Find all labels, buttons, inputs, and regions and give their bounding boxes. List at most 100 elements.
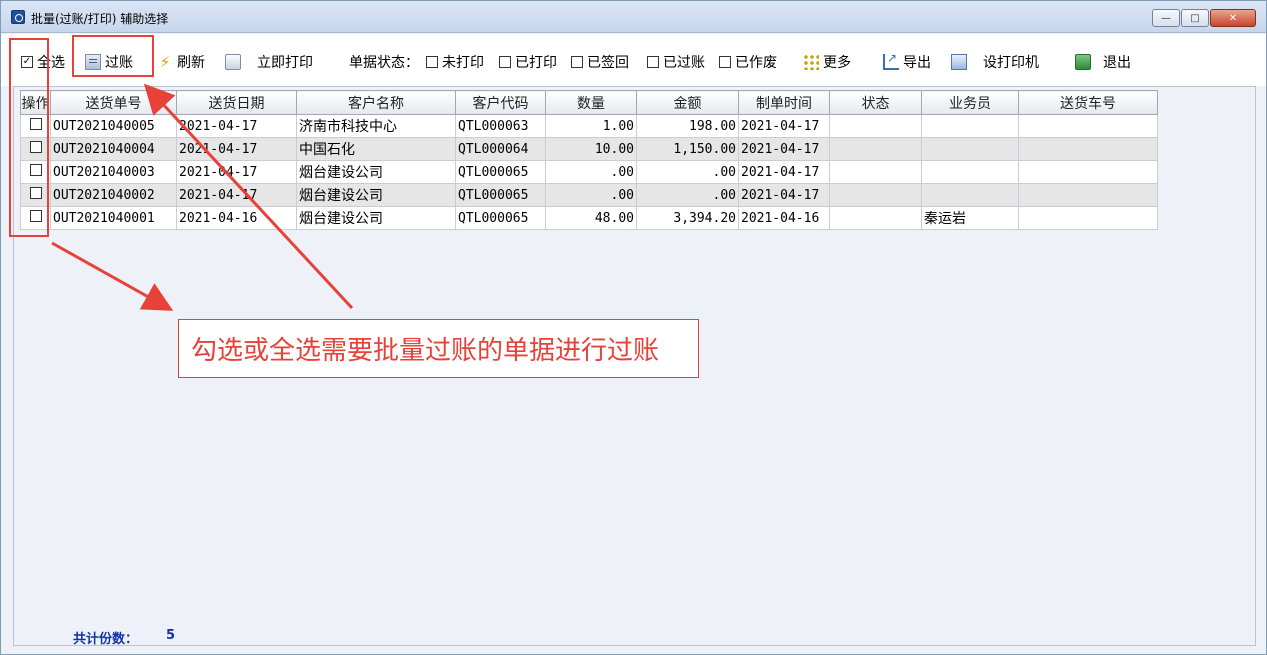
cell-date: 2021-04-17 — [176, 137, 297, 161]
cell-amount: .00 — [636, 183, 739, 207]
status-filter-printed[interactable]: 已打印 — [499, 52, 557, 72]
cell-salesman — [921, 114, 1019, 138]
cell-truck — [1018, 114, 1158, 138]
print-now-label: 立即打印 — [257, 55, 313, 71]
cell-code: QTL000065 — [455, 160, 546, 184]
cell-qty: 10.00 — [545, 137, 637, 161]
cell-truck — [1018, 137, 1158, 161]
table-row[interactable]: OUT2021040002 2021-04-17 烟台建设公司 QTL00006… — [20, 183, 1158, 207]
checkbox-column-highlight — [9, 38, 49, 237]
col-amount[interactable]: 金额 — [636, 90, 739, 115]
cell-customer: 烟台建设公司 — [296, 206, 456, 230]
cell-amount: 3,394.20 — [636, 206, 739, 230]
delivery-order-table: 操作 送货单号 送货日期 客户名称 客户代码 数量 金额 制单时间 状态 业务员… — [20, 90, 1158, 230]
printer-icon — [951, 54, 967, 70]
more-label: 更多 — [823, 55, 851, 71]
post-button-highlight — [72, 35, 154, 77]
status-filter-posted[interactable]: 已过账 — [647, 52, 705, 72]
status-filter-voided[interactable]: 已作废 — [719, 52, 777, 72]
status-filter-unprinted[interactable]: 未打印 — [426, 52, 484, 72]
cell-date: 2021-04-17 — [176, 183, 297, 207]
table-row[interactable]: OUT2021040001 2021-04-16 烟台建设公司 QTL00006… — [20, 206, 1158, 230]
cell-order-no: OUT2021040004 — [50, 137, 177, 161]
total-count-value: 5 — [166, 628, 176, 643]
refresh-label: 刷新 — [177, 55, 205, 71]
minimize-button[interactable]: — — [1152, 9, 1180, 27]
refresh-button[interactable]: ⚡ 刷新 — [157, 52, 205, 72]
cell-status — [829, 137, 922, 161]
col-truck-no[interactable]: 送货车号 — [1018, 90, 1158, 115]
exit-label: 退出 — [1103, 55, 1131, 71]
printed-label: 已打印 — [515, 55, 557, 71]
table-row[interactable]: OUT2021040005 2021-04-17 济南市科技中心 QTL0000… — [20, 114, 1158, 138]
cell-truck — [1018, 160, 1158, 184]
exit-icon — [1075, 54, 1091, 70]
cell-date: 2021-04-17 — [176, 114, 297, 138]
cell-order-no: OUT2021040001 — [50, 206, 177, 230]
cell-amount: 198.00 — [636, 114, 739, 138]
cell-created: 2021-04-17 — [738, 183, 830, 207]
status-filter-signed[interactable]: 已签回 — [571, 52, 629, 72]
cell-date: 2021-04-17 — [176, 160, 297, 184]
cell-salesman — [921, 160, 1019, 184]
col-customer-code[interactable]: 客户代码 — [455, 90, 546, 115]
cell-status — [829, 206, 922, 230]
cell-date: 2021-04-16 — [176, 206, 297, 230]
window-controls: — □ ✕ — [1152, 9, 1256, 27]
cell-code: QTL000065 — [455, 206, 546, 230]
instruction-callout: 勾选或全选需要批量过账的单据进行过账 — [178, 319, 699, 378]
cell-customer: 烟台建设公司 — [296, 160, 456, 184]
footer-summary: 共计份数： 5 — [73, 628, 175, 647]
posted-label: 已过账 — [663, 55, 705, 71]
voided-label: 已作废 — [735, 55, 777, 71]
voided-checkbox[interactable] — [719, 56, 731, 68]
cell-order-no: OUT2021040002 — [50, 183, 177, 207]
table-row[interactable]: OUT2021040004 2021-04-17 中国石化 QTL000064 … — [20, 137, 1158, 161]
cell-status — [829, 114, 922, 138]
more-icon — [803, 54, 819, 70]
col-customer[interactable]: 客户名称 — [296, 90, 456, 115]
printed-checkbox[interactable] — [499, 56, 511, 68]
col-salesman[interactable]: 业务员 — [921, 90, 1019, 115]
print-now-button[interactable]: 立即打印 — [225, 52, 313, 72]
cell-truck — [1018, 206, 1158, 230]
exit-button[interactable]: 退出 — [1075, 52, 1131, 72]
col-date[interactable]: 送货日期 — [176, 90, 297, 115]
status-filter-label: 单据状态： — [349, 55, 419, 71]
cell-status — [829, 160, 922, 184]
toolbar: ✓ 全选 过账 ⚡ 刷新 立即打印 单据状态： 未打印 已打印 已签回 已过账 … — [1, 34, 1266, 86]
printer-setup-button[interactable]: 设打印机 — [951, 52, 1039, 72]
more-button[interactable]: 更多 — [803, 52, 851, 72]
unprinted-label: 未打印 — [442, 55, 484, 71]
cell-salesman: 秦运岩 — [921, 206, 1019, 230]
cell-code: QTL000065 — [455, 183, 546, 207]
col-order-no[interactable]: 送货单号 — [50, 90, 177, 115]
cell-qty: .00 — [545, 160, 637, 184]
maximize-button[interactable]: □ — [1181, 9, 1209, 27]
table-row[interactable]: OUT2021040003 2021-04-17 烟台建设公司 QTL00006… — [20, 160, 1158, 184]
cell-salesman — [921, 183, 1019, 207]
cell-created: 2021-04-17 — [738, 114, 830, 138]
app-icon — [11, 10, 25, 24]
close-button[interactable]: ✕ — [1210, 9, 1256, 27]
col-created[interactable]: 制单时间 — [738, 90, 830, 115]
posted-checkbox[interactable] — [647, 56, 659, 68]
cell-customer: 济南市科技中心 — [296, 114, 456, 138]
lightning-icon: ⚡ — [159, 53, 171, 71]
signed-label: 已签回 — [587, 55, 629, 71]
printer-setup-label: 设打印机 — [983, 55, 1039, 71]
signed-checkbox[interactable] — [571, 56, 583, 68]
cell-customer: 中国石化 — [296, 137, 456, 161]
cell-order-no: OUT2021040003 — [50, 160, 177, 184]
col-status[interactable]: 状态 — [829, 90, 922, 115]
export-button[interactable]: 导出 — [883, 51, 931, 72]
unprinted-checkbox[interactable] — [426, 56, 438, 68]
title-bar: 批量(过账/打印) 辅助选择 — □ ✕ — [1, 1, 1266, 33]
cell-status — [829, 183, 922, 207]
cell-qty: .00 — [545, 183, 637, 207]
cell-code: QTL000063 — [455, 114, 546, 138]
cell-code: QTL000064 — [455, 137, 546, 161]
col-quantity[interactable]: 数量 — [545, 90, 637, 115]
print-icon — [225, 54, 241, 70]
window-title: 批量(过账/打印) 辅助选择 — [31, 12, 169, 26]
